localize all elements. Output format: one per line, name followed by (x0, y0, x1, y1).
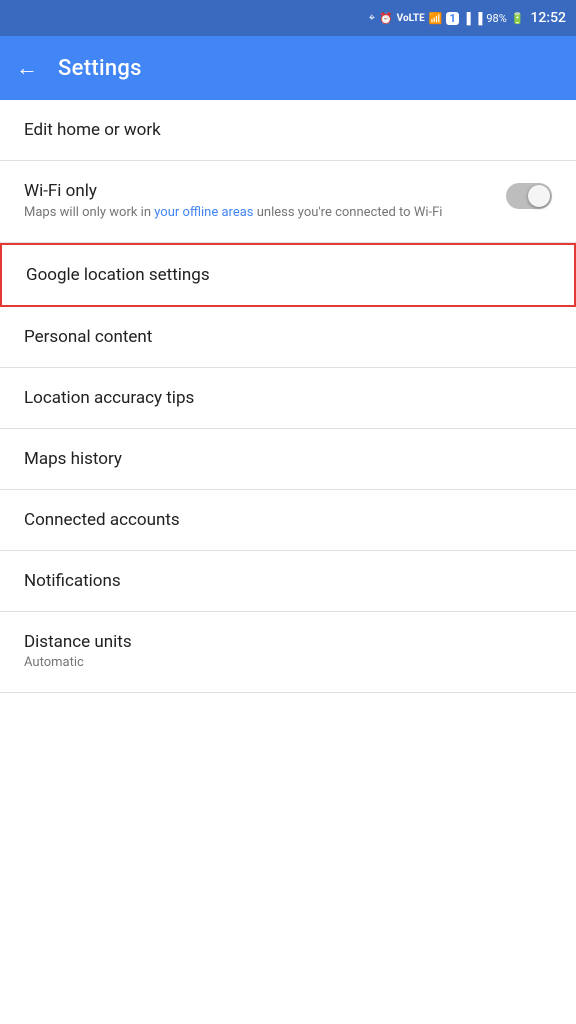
settings-item-distance-units[interactable]: Distance units Automatic (0, 612, 576, 693)
location-icon: ⌖ (369, 11, 375, 25)
wifi-only-toggle[interactable] (506, 183, 552, 209)
item-subtitle-wifi-only: Maps will only work in your offline area… (24, 204, 490, 222)
status-bar: ⌖ ⏰ VoLTE 📶 1 ▐ ▐ 98% 🔋 12:52 (0, 0, 576, 36)
back-button[interactable]: ← (16, 55, 38, 81)
signal-icon-1: ▐ (463, 12, 471, 25)
settings-item-personal-content[interactable]: Personal content (0, 307, 576, 368)
item-title-wifi-only: Wi-Fi only (24, 181, 490, 201)
signal-icon-2: ▐ (475, 12, 483, 25)
alarm-icon: ⏰ (379, 12, 393, 25)
toggle-track (506, 183, 552, 209)
settings-item-wifi-only[interactable]: Wi-Fi only Maps will only work in your o… (0, 161, 576, 243)
battery-icon: 🔋 (511, 12, 525, 25)
volte-icon: VoLTE (397, 13, 425, 24)
item-title-notifications: Notifications (24, 571, 121, 591)
page-title: Settings (58, 56, 142, 81)
notification-badge: 1 (446, 12, 458, 25)
status-icons: ⌖ ⏰ VoLTE 📶 1 ▐ ▐ 98% 🔋 12:52 (369, 10, 566, 26)
battery-percentage: 98% (486, 12, 506, 25)
settings-list: Edit home or work Wi-Fi only Maps will o… (0, 100, 576, 693)
settings-item-edit-home-work[interactable]: Edit home or work (0, 100, 576, 161)
wifi-icon: 📶 (429, 12, 443, 25)
settings-item-notifications[interactable]: Notifications (0, 551, 576, 612)
settings-item-location-accuracy[interactable]: Location accuracy tips (0, 368, 576, 429)
item-title-personal-content: Personal content (24, 327, 152, 347)
item-title-google-location: Google location settings (26, 265, 210, 285)
wifi-item-row: Wi-Fi only Maps will only work in your o… (24, 181, 552, 222)
item-title-location-accuracy: Location accuracy tips (24, 388, 194, 408)
item-title-connected-accounts: Connected accounts (24, 510, 180, 530)
item-title-distance-units: Distance units (24, 632, 552, 652)
offline-areas-link[interactable]: your offline areas (154, 205, 253, 220)
wifi-item-content: Wi-Fi only Maps will only work in your o… (24, 181, 506, 222)
settings-item-maps-history[interactable]: Maps history (0, 429, 576, 490)
toggle-thumb (528, 185, 550, 207)
settings-item-connected-accounts[interactable]: Connected accounts (0, 490, 576, 551)
item-title-maps-history: Maps history (24, 449, 122, 469)
app-bar: ← Settings (0, 36, 576, 100)
item-subtitle-distance-units: Automatic (24, 654, 552, 672)
time-display: 12:52 (530, 10, 566, 26)
item-title-edit-home-work: Edit home or work (24, 120, 161, 140)
settings-item-google-location[interactable]: Google location settings (0, 243, 576, 307)
